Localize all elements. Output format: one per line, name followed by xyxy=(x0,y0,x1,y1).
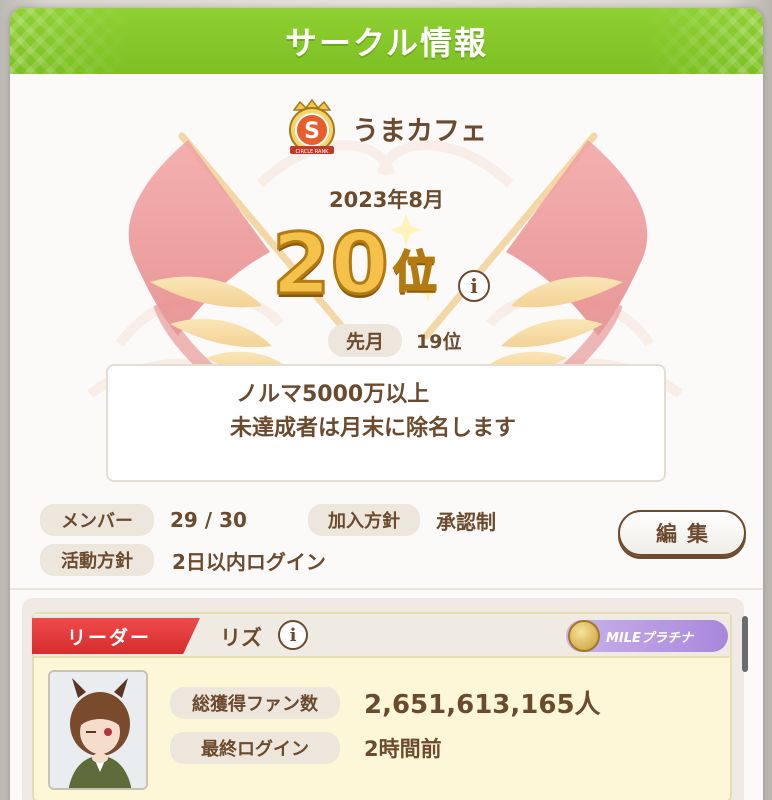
panel-header: サークル情報 xyxy=(10,8,763,74)
circle-description: ノルマ5000万以上 未達成者は月末に除名します xyxy=(106,364,666,482)
activity-value: 2日以内ログイン xyxy=(172,549,326,574)
avatar[interactable] xyxy=(48,670,148,790)
divider xyxy=(10,588,763,590)
fans-label: 総獲得ファン数 xyxy=(170,686,340,719)
fans-row: 総獲得ファン数 2,651,613,165人 xyxy=(170,684,601,721)
leader-role-ribbon: リーダー xyxy=(32,618,200,654)
prev-month-label: 先月 xyxy=(328,324,403,357)
members-label: メンバー xyxy=(40,504,154,536)
scrollbar[interactable] xyxy=(742,616,748,672)
last-login-label: 最終ログイン xyxy=(170,732,340,764)
members-row: メンバー 29 / 30 xyxy=(40,504,326,536)
circle-name-row: S CIRCLE RANK うまカフェ xyxy=(280,96,487,160)
join-policy-row: 加入方針 承認制 xyxy=(308,504,496,536)
svg-text:CIRCLE RANK: CIRCLE RANK xyxy=(296,149,330,155)
class-label: MILEプラチナ xyxy=(606,630,693,646)
medal-icon xyxy=(568,620,600,652)
edit-button[interactable]: 編集 xyxy=(618,510,746,556)
circle-info-panel: サークル情報 S CIRCLE RANK うまカフェ 2023年8月 20 位 … xyxy=(10,8,763,800)
description-line-2: 未達成者は月末に除名します xyxy=(230,416,517,441)
join-policy-label: 加入方針 xyxy=(308,504,420,536)
last-login-value: 2時間前 xyxy=(364,737,442,761)
description-line-1: ノルマ5000万以上 xyxy=(236,382,430,407)
current-rank: 20 位 xyxy=(271,215,438,313)
previous-month-rank: 先月 19位 xyxy=(328,324,461,357)
rank-s-badge-icon: S CIRCLE RANK xyxy=(289,98,335,155)
panel-title: サークル情報 xyxy=(284,24,489,62)
fans-value: 2,651,613,165人 xyxy=(364,690,601,720)
ranking-month: 2023年8月 xyxy=(328,188,445,212)
trainer-portrait-icon xyxy=(50,672,146,788)
circle-name: うまカフェ xyxy=(352,115,487,147)
class-badge: MILEプラチナ xyxy=(566,620,728,652)
rank-suffix: 位 xyxy=(392,246,438,299)
info-icon[interactable]: i xyxy=(278,620,308,650)
prev-month-value: 19位 xyxy=(416,331,462,353)
svg-text:S: S xyxy=(304,119,320,144)
info-icon[interactable]: i xyxy=(458,270,490,302)
leader-name: リズ xyxy=(220,626,262,650)
leader-card-header: リーダー リズ i MILEプラチナ xyxy=(32,614,730,658)
activity-row: 活動方針 2日以内ログイン xyxy=(40,544,326,576)
last-login-row: 最終ログイン 2時間前 xyxy=(170,732,442,764)
join-policy-value: 承認制 xyxy=(436,509,496,534)
rank-number: 20 xyxy=(271,215,391,313)
activity-label: 活動方針 xyxy=(40,544,154,576)
circle-stats: メンバー 29 / 30 活動方針 2日以内ログイン xyxy=(40,504,326,584)
leader-card[interactable]: リーダー リズ i MILEプラチナ 総獲得ファン数 2,651,613,165… xyxy=(32,612,732,800)
member-list[interactable]: リーダー リズ i MILEプラチナ 総獲得ファン数 2,651,613,165… xyxy=(22,598,744,800)
members-value: 29 / 30 xyxy=(170,508,247,532)
